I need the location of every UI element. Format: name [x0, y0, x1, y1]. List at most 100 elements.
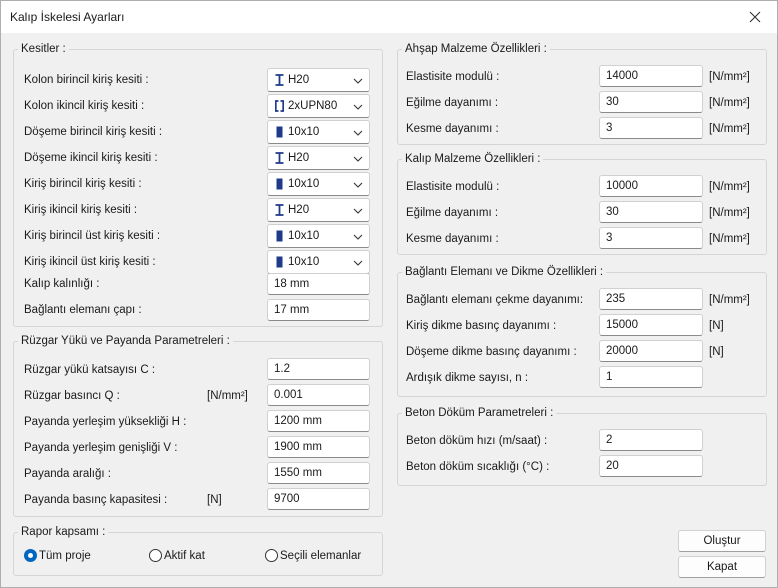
- section-combobox[interactable]: 10x10: [267, 224, 370, 248]
- chevron-down-icon[interactable]: [352, 205, 364, 217]
- chevron-down-icon[interactable]: [352, 75, 364, 87]
- radio-button[interactable]: [24, 549, 37, 562]
- property-input[interactable]: 20000: [599, 340, 703, 362]
- combobox-value: 10x10: [288, 256, 320, 268]
- field-label: Kiriş birincil üst kiriş kesiti :: [24, 230, 161, 242]
- kalip-kalinligi-input[interactable]: 18 mm: [267, 273, 370, 295]
- field-label: Elastisite modulü :: [406, 71, 500, 83]
- field-label: Döşeme birincil kiriş kesiti :: [24, 126, 163, 138]
- close-button[interactable]: Kapat: [678, 556, 766, 578]
- radio-button[interactable]: [149, 549, 162, 562]
- window-title: Kalıp İskelesi Ayarları: [10, 10, 125, 24]
- property-input[interactable]: 30: [599, 91, 703, 113]
- chevron-down-icon[interactable]: [352, 101, 364, 113]
- radio-button[interactable]: [265, 549, 278, 562]
- rectangle-section-icon: [275, 178, 284, 190]
- unit-label: [N]: [709, 346, 724, 358]
- property-input[interactable]: 30: [599, 201, 703, 223]
- baglanti-capi-input[interactable]: 17 mm: [267, 299, 370, 321]
- section-combobox[interactable]: 10x10: [267, 172, 370, 196]
- property-input[interactable]: 10000: [599, 175, 703, 197]
- i-beam-icon: [275, 204, 284, 216]
- group-legend: Kesitler :: [18, 42, 69, 56]
- field-label: Rüzgar basıncı Q :: [24, 390, 120, 402]
- field-label: Kalıp kalınlığı :: [24, 278, 100, 290]
- dialog-window: Kalıp İskelesi Ayarları Kesitler : Kolon…: [0, 0, 778, 588]
- rectangle-section-icon: [275, 230, 284, 242]
- field-label: Eğilme dayanımı :: [406, 97, 499, 109]
- field-label: Payanda yerleşim yüksekliği H :: [24, 416, 187, 428]
- field-label: Kiriş ikincil kiriş kesiti :: [24, 204, 138, 216]
- field-label: Beton döküm sıcaklığı (°C) :: [406, 461, 550, 473]
- unit-label: [N]: [709, 320, 724, 332]
- title-bar: Kalıp İskelesi Ayarları: [1, 1, 777, 33]
- property-input[interactable]: 235: [599, 288, 703, 310]
- field-label: Ardışık dikme sayısı, n :: [406, 372, 529, 384]
- field-label: Payanda basınç kapasitesi :: [24, 494, 168, 506]
- combobox-value: 10x10: [288, 230, 320, 242]
- combobox-value: H20: [288, 74, 310, 86]
- property-input[interactable]: 14000: [599, 65, 703, 87]
- property-input[interactable]: 2: [599, 429, 703, 451]
- radio-option[interactable]: Tüm proje: [24, 549, 91, 562]
- unit-label: [N/mm²]: [709, 294, 750, 306]
- group-baglanti: Bağlantı Elemanı ve Dikme Özellikleri : …: [397, 265, 767, 397]
- close-icon[interactable]: [733, 1, 777, 32]
- section-combobox[interactable]: 10x10: [267, 250, 370, 274]
- group-legend: Beton Döküm Parametreleri :: [402, 406, 557, 420]
- field-label: Bağlantı elemanı çapı :: [24, 304, 142, 316]
- combobox-value: 10x10: [288, 126, 320, 138]
- chevron-down-icon[interactable]: [352, 257, 364, 269]
- create-button[interactable]: Oluştur: [678, 530, 766, 552]
- group-ruzgar: Rüzgar Yükü ve Payanda Parametreleri : R…: [13, 334, 383, 517]
- parameter-input[interactable]: 1.2: [267, 358, 370, 380]
- chevron-down-icon[interactable]: [352, 127, 364, 139]
- unit-label: [N/mm²]: [207, 390, 248, 402]
- property-input[interactable]: 3: [599, 227, 703, 249]
- property-input[interactable]: 15000: [599, 314, 703, 336]
- field-label: Kesme dayanımı :: [406, 123, 499, 135]
- section-combobox[interactable]: 10x10: [267, 120, 370, 144]
- unit-label: [N/mm²]: [709, 71, 750, 83]
- field-label: Kolon ikincil kiriş kesiti :: [24, 100, 145, 112]
- field-label: Payanda yerleşim genişliği V :: [24, 442, 178, 454]
- parameter-input[interactable]: 1900 mm: [267, 436, 370, 458]
- section-combobox[interactable]: H20: [267, 198, 370, 222]
- rectangle-section-icon: [275, 126, 284, 138]
- property-input[interactable]: 3: [599, 117, 703, 139]
- group-kesitler: Kesitler : Kolon birincil kiriş kesiti :…: [13, 42, 383, 327]
- radio-label: Seçili elemanlar: [280, 549, 362, 562]
- group-kalip: Kalıp Malzeme Özellikleri : Elastisite m…: [397, 152, 767, 255]
- radio-label: Aktif kat: [164, 549, 205, 562]
- field-label: Elastisite modulü :: [406, 181, 500, 193]
- parameter-input[interactable]: 9700: [267, 488, 370, 510]
- property-input[interactable]: 20: [599, 455, 703, 477]
- group-ahsap: Ahşap Malzeme Özellikleri : Elastisite m…: [397, 42, 767, 145]
- section-combobox[interactable]: H20: [267, 146, 370, 170]
- combobox-value: 10x10: [288, 178, 320, 190]
- field-label: Bağlantı elemanı çekme dayanımı:: [406, 294, 584, 306]
- radio-option[interactable]: Aktif kat: [149, 549, 205, 562]
- double-channel-icon: [274, 100, 285, 112]
- i-beam-icon: [275, 152, 284, 164]
- field-label: Kiriş ikincil üst kiriş kesiti :: [24, 256, 156, 268]
- field-label: Rüzgar yükü katsayısı C :: [24, 364, 156, 376]
- rectangle-section-icon: [275, 256, 284, 268]
- parameter-input[interactable]: 1200 mm: [267, 410, 370, 432]
- parameter-input[interactable]: 1550 mm: [267, 462, 370, 484]
- radio-option[interactable]: Seçili elemanlar: [265, 549, 361, 562]
- section-combobox[interactable]: H20: [267, 68, 370, 92]
- section-combobox[interactable]: 2xUPN80: [267, 94, 370, 118]
- parameter-input[interactable]: 0.001: [267, 384, 370, 406]
- chevron-down-icon[interactable]: [352, 153, 364, 165]
- combobox-value: H20: [288, 204, 310, 216]
- field-label: Payanda aralığı :: [24, 468, 111, 480]
- chevron-down-icon[interactable]: [352, 179, 364, 191]
- chevron-down-icon[interactable]: [352, 231, 364, 243]
- property-input[interactable]: 1: [599, 366, 703, 388]
- combobox-value: 2xUPN80: [288, 100, 338, 112]
- unit-label: [N/mm²]: [709, 181, 750, 193]
- field-label: Eğilme dayanımı :: [406, 207, 499, 219]
- field-label: Kiriş birincil kiriş kesiti :: [24, 178, 142, 190]
- group-beton: Beton Döküm Parametreleri : Beton döküm …: [397, 406, 767, 486]
